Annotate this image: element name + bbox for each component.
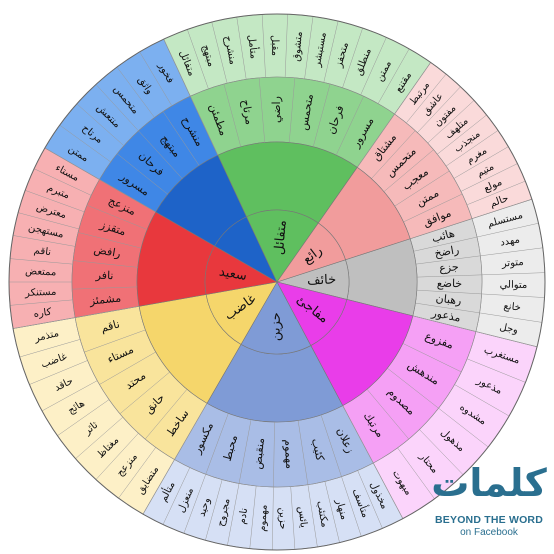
brand-title: BEYOND THE WORD [435, 514, 543, 526]
outer-word-sad-7: نادم [237, 507, 250, 525]
word-fear-4: رهبان [435, 292, 462, 308]
center-label-5: متفائل [272, 219, 290, 255]
brand-subtitle: on Facebook [460, 527, 518, 538]
outer-word-fear-3: متوالي [500, 280, 528, 291]
outer-word-disgust-1: مستنكر [24, 287, 57, 299]
brand-logo: كلمات [430, 452, 548, 512]
brand-block: كلمات BEYOND THE WORD on Facebook [430, 452, 548, 538]
outer-word-disgust-0: كاره [33, 307, 52, 320]
word-sad-2: مهموم [282, 439, 297, 470]
outer-word-sad-5: حزين [277, 507, 289, 529]
outer-word-disgust-3: ناقم [33, 245, 52, 258]
outer-word-sad-4: يائس [296, 506, 309, 529]
word-optimistic-2: راضي [270, 96, 283, 123]
word-fear-2: جزع [439, 260, 459, 275]
logo-lettering: كلمات [431, 461, 547, 505]
center-label-2: حزين [268, 312, 283, 341]
word-disgust-1: نافر [95, 269, 114, 283]
outer-word-disgust-2: ممتعض [25, 266, 57, 278]
outer-word-sad-6: مهموم [257, 504, 270, 532]
outer-word-optimistic-4: مقبل [269, 35, 280, 56]
word-fear-3: خاضع [437, 277, 463, 290]
center-label-0: خائف [307, 272, 337, 288]
kalimat-logo-icon: كلمات [431, 461, 547, 505]
outer-word-fear-4: خانع [503, 301, 521, 314]
outer-word-fear-2: متوتر [500, 257, 524, 270]
